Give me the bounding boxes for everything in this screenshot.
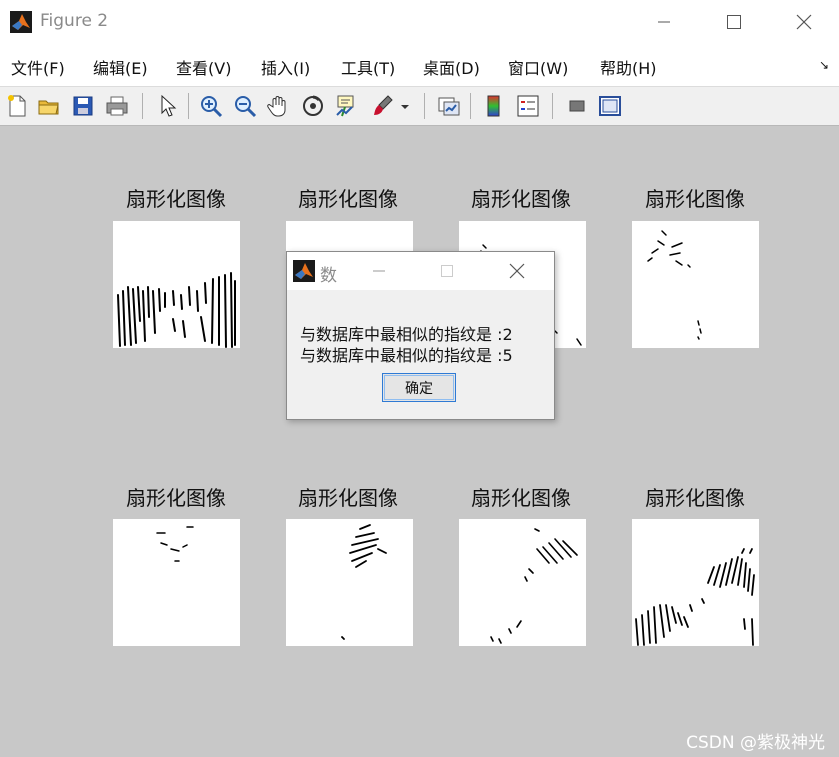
menu-bar: 文件(F) 编辑(E) 查看(V) 插入(I) 工具(T) 桌面(D) 窗口(W… — [0, 44, 839, 87]
subplot-title: 扇形化图像 — [126, 187, 226, 211]
subplot-title: 扇形化图像 — [471, 486, 571, 510]
menu-help[interactable]: 帮助(H) — [600, 55, 657, 79]
fingerprint-image — [113, 221, 240, 348]
figure-toolbar — [0, 87, 839, 126]
dialog-minimize-button[interactable] — [359, 252, 399, 290]
pointer-icon[interactable] — [154, 93, 180, 119]
menu-edit[interactable]: 编辑(E) — [93, 55, 148, 79]
rotate-3d-icon[interactable] — [300, 93, 326, 119]
menu-insert[interactable]: 插入(I) — [261, 55, 310, 79]
new-figure-icon[interactable] — [4, 93, 30, 119]
zoom-in-icon[interactable] — [198, 93, 224, 119]
menu-view[interactable]: 查看(V) — [176, 55, 231, 79]
menu-window[interactable]: 窗口(W) — [508, 55, 568, 79]
matlab-logo-icon — [10, 11, 32, 33]
show-plot-tools-icon[interactable] — [597, 93, 623, 119]
toolbar-separator — [552, 93, 553, 119]
watermark: CSDN @紫极神光 — [686, 733, 825, 753]
print-icon[interactable] — [104, 93, 130, 119]
toolbar-separator — [142, 93, 143, 119]
data-cursor-icon[interactable] — [334, 93, 360, 119]
subplot-title: 扇形化图像 — [126, 486, 226, 510]
close-icon — [509, 263, 525, 279]
open-folder-icon[interactable] — [36, 93, 62, 119]
brush-dropdown-icon[interactable] — [398, 93, 412, 119]
message-dialog: 数 与数据库中最相似的指纹是 :2 与数据库中最相似的指纹是 :5 确定 — [286, 251, 555, 420]
menu-dock-arrow-icon[interactable]: ↘ — [819, 58, 829, 72]
toolbar-separator — [424, 93, 425, 119]
dialog-close-button[interactable] — [497, 252, 537, 290]
subplot-title: 扇形化图像 — [298, 187, 398, 211]
matlab-logo-icon — [293, 260, 315, 282]
subplot-title: 扇形化图像 — [645, 187, 745, 211]
close-button[interactable] — [769, 0, 839, 44]
minimize-button[interactable] — [629, 0, 699, 44]
menu-tools[interactable]: 工具(T) — [341, 55, 395, 79]
dialog-maximize-button[interactable] — [427, 252, 467, 290]
fingerprint-image — [286, 519, 413, 646]
fingerprint-image — [632, 221, 759, 348]
dialog-message-line: 与数据库中最相似的指纹是 :5 — [300, 346, 513, 365]
menu-file[interactable]: 文件(F) — [11, 55, 65, 79]
fingerprint-image — [459, 519, 586, 646]
brush-icon[interactable] — [370, 93, 396, 119]
maximize-button[interactable] — [699, 0, 769, 44]
menu-desktop[interactable]: 桌面(D) — [423, 55, 480, 79]
minimize-icon — [373, 270, 385, 272]
subplot-title: 扇形化图像 — [471, 187, 571, 211]
minimize-icon — [658, 21, 670, 23]
fingerprint-image — [632, 519, 759, 646]
ok-button[interactable]: 确定 — [382, 373, 456, 402]
window-title: Figure 2 — [40, 11, 109, 31]
subplot-title: 扇形化图像 — [298, 486, 398, 510]
close-icon — [796, 14, 812, 30]
hide-plot-tools-icon[interactable] — [564, 93, 590, 119]
zoom-out-icon[interactable] — [232, 93, 258, 119]
dialog-title-bar: 数 — [287, 252, 554, 290]
subplot-title: 扇形化图像 — [645, 486, 745, 510]
colorbar-icon[interactable] — [481, 93, 507, 119]
toolbar-separator — [188, 93, 189, 119]
dialog-title: 数 — [320, 266, 337, 286]
toolbar-separator — [470, 93, 471, 119]
fingerprint-image — [113, 519, 240, 646]
maximize-icon — [441, 265, 453, 277]
save-icon[interactable] — [70, 93, 96, 119]
pan-hand-icon[interactable] — [266, 93, 292, 119]
maximize-icon — [727, 15, 741, 29]
link-plot-icon[interactable] — [436, 93, 462, 119]
title-bar: Figure 2 — [0, 0, 839, 44]
legend-icon[interactable] — [515, 93, 541, 119]
